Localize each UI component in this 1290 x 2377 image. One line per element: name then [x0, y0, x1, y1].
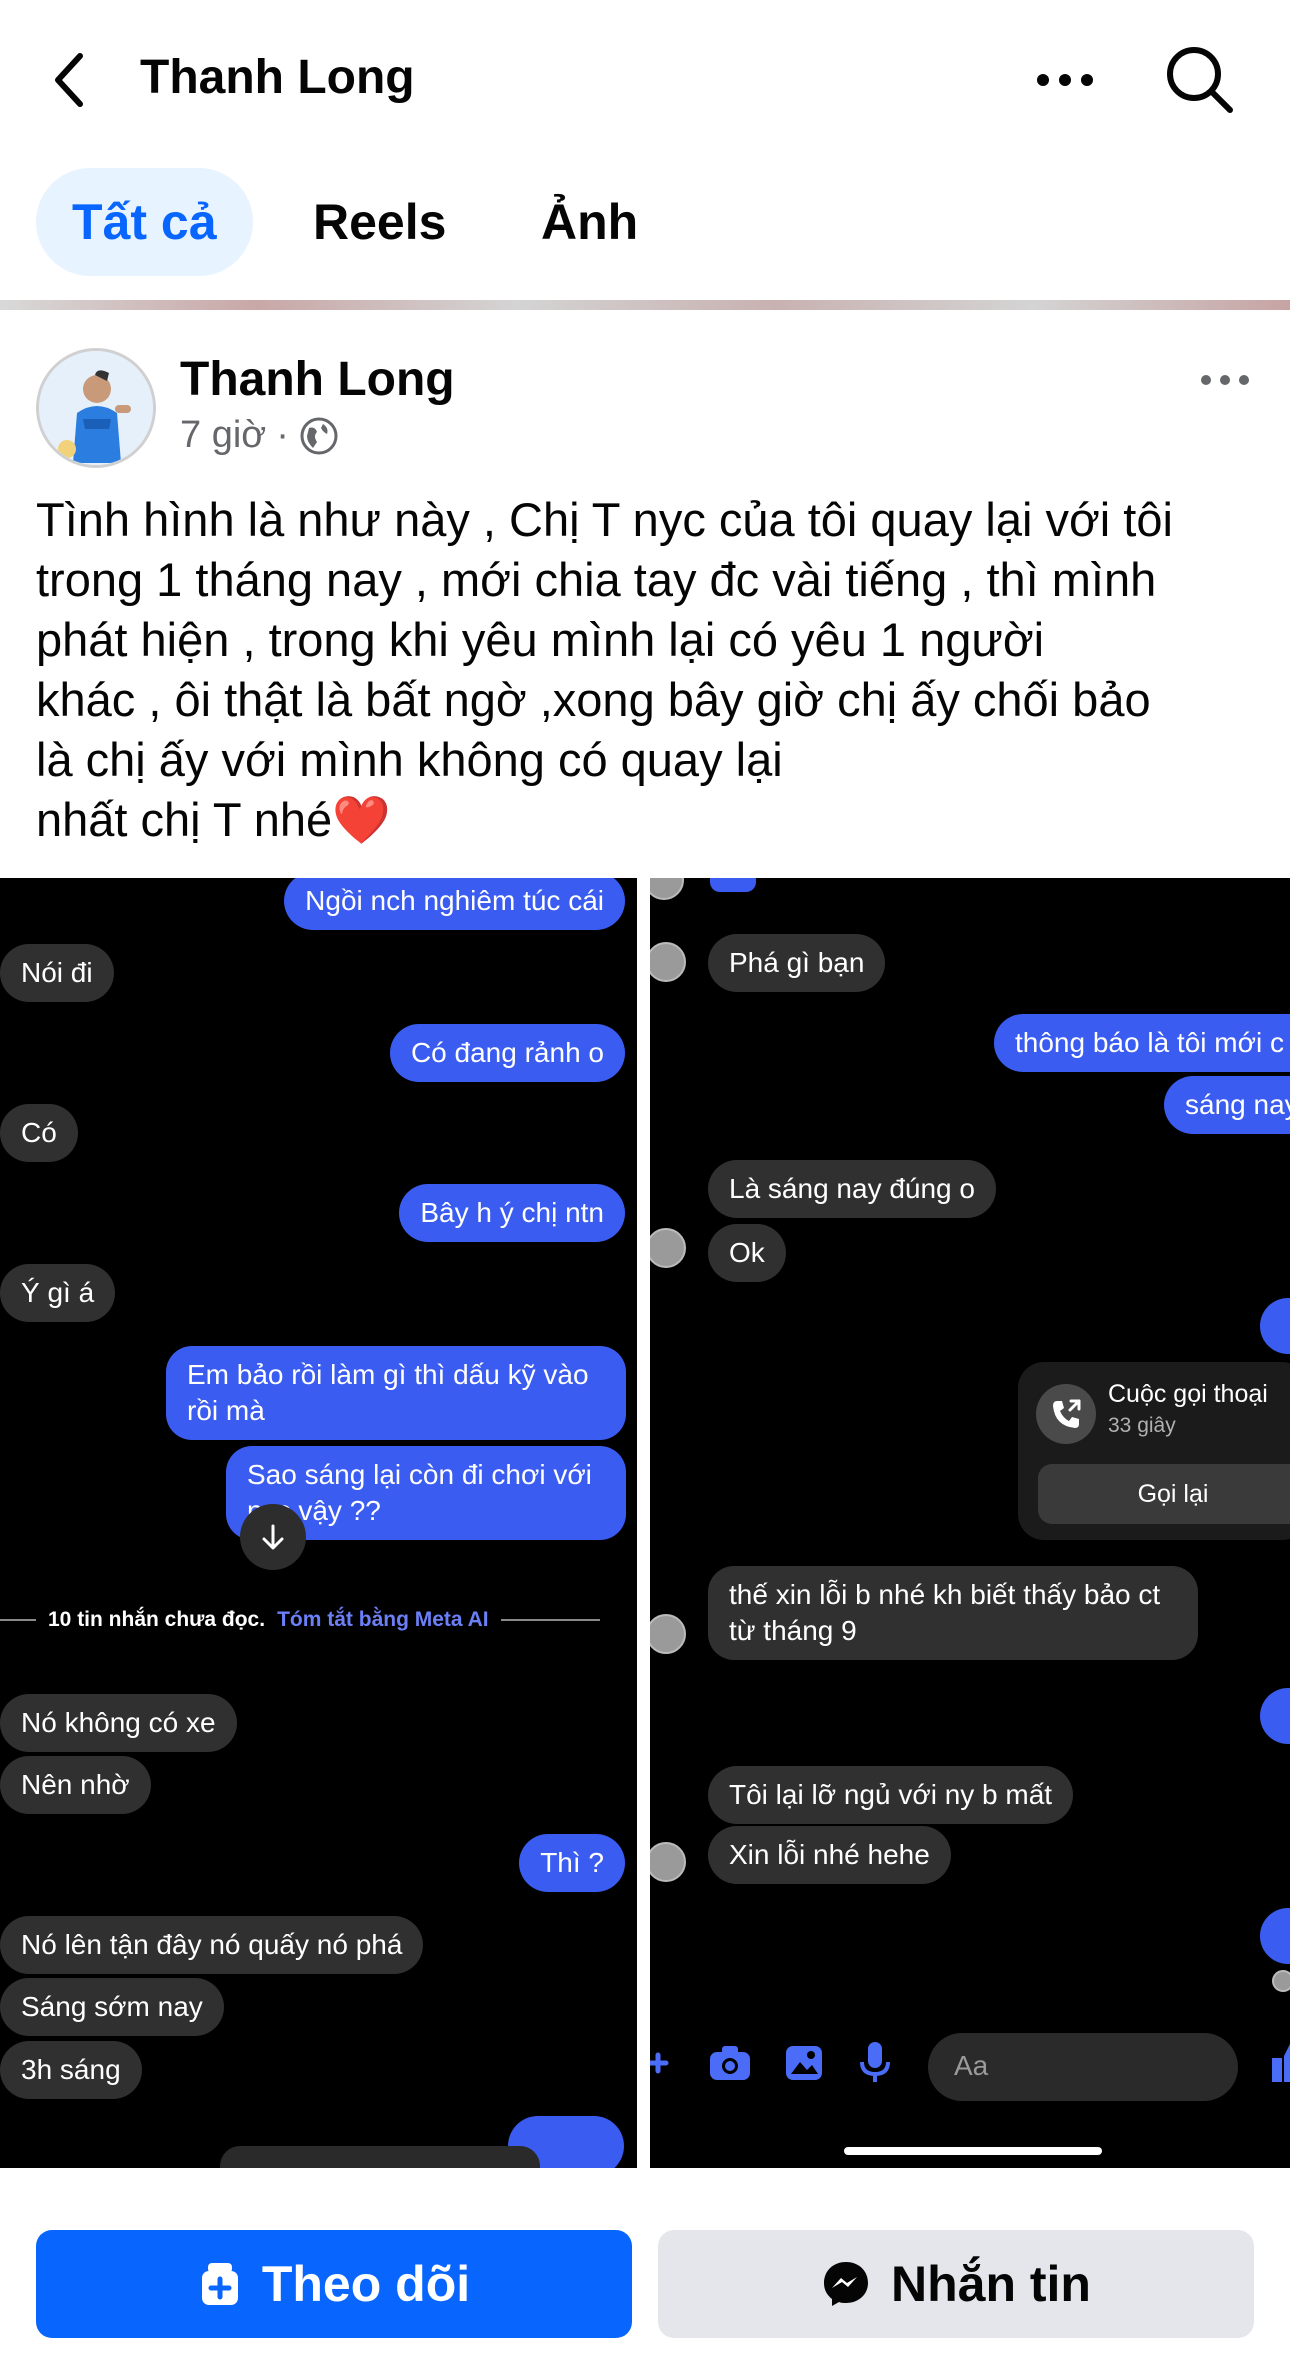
- chat-bubble-incoming: 3h sáng: [0, 2041, 142, 2099]
- more-dots-icon: [1037, 74, 1093, 86]
- avatar-image: [39, 351, 153, 465]
- chat-bubble-outgoing-partial: [1260, 1688, 1290, 1744]
- divider-rule: [500, 1619, 600, 1621]
- call-title: Cuộc gọi thoại: [1108, 1380, 1268, 1408]
- page-title: Thanh Long: [140, 51, 415, 104]
- post-text-line: nhất chị T nhé❤️: [36, 793, 391, 846]
- search-icon: [1167, 47, 1233, 113]
- contact-avatar: [650, 878, 684, 900]
- home-indicator: [844, 2147, 1102, 2155]
- top-bar: Thanh Long: [0, 0, 1290, 160]
- chat-bubble-outgoing: thông báo là tôi mới c: [994, 1014, 1290, 1072]
- contact-avatar: [650, 1842, 686, 1882]
- call-duration: 33 giây: [1108, 1414, 1176, 1437]
- chat-bubble-incoming: Phá gì bạn: [708, 934, 886, 992]
- call-card: Cuộc gọi thoại 33 giây Gọi lại: [1018, 1362, 1290, 1540]
- call-back-button: Gọi lại: [1038, 1464, 1290, 1524]
- follow-button[interactable]: Theo dõi: [36, 2230, 632, 2338]
- read-receipt-avatar: [1272, 1970, 1290, 1992]
- photo-icon: [786, 2046, 822, 2080]
- contact-avatar: [650, 942, 686, 982]
- post-text-line: khác , ôi thật là bất ngờ ,xong bây giờ …: [36, 673, 1151, 726]
- chat-bubble-incoming: Xin lỗi nhé hehe: [708, 1826, 951, 1884]
- chat-bubble-incoming: Nó lên tận đây nó quấy nó phá: [0, 1916, 424, 1974]
- tab-all[interactable]: Tất cả: [36, 168, 253, 276]
- chat-bubble-incoming: Sáng sớm nay: [0, 1978, 224, 2036]
- more-dots-icon: [1201, 375, 1249, 385]
- tab-photos[interactable]: Ảnh: [505, 168, 674, 276]
- chat-bubble-incoming: Nó không có xe: [0, 1694, 237, 1752]
- chat-bubble-incoming: Ok: [708, 1224, 786, 1282]
- chat-bubble-incoming: Nói đi: [0, 944, 114, 1002]
- chat-bubble-incoming: Tôi lại lỡ ngủ với ny b mất: [708, 1766, 1074, 1824]
- divider-rule: [0, 1619, 36, 1621]
- follow-label: Theo dõi: [261, 2256, 471, 2312]
- chat-bubble-incoming: Có: [0, 1104, 78, 1162]
- back-button[interactable]: [40, 40, 100, 120]
- message-label: Nhắn tin: [891, 2256, 1091, 2312]
- post-text-line: Tình hình là như này , Chị T nyc của tôi…: [36, 493, 1173, 546]
- author-avatar[interactable]: [36, 348, 156, 468]
- composer-field-partial: [220, 2146, 540, 2168]
- profile-tabs: Tất cả Reels Ảnh: [0, 168, 1290, 278]
- meta-separator: ·: [276, 414, 289, 456]
- tab-reels[interactable]: Reels: [277, 168, 482, 276]
- search-button[interactable]: [1160, 40, 1240, 120]
- add-icon: [650, 2052, 669, 2074]
- follow-icon: [201, 2263, 238, 2305]
- unread-messages-divider: 10 tin nhắn chưa đọc. Tóm tắt bằng Meta …: [0, 1608, 600, 1632]
- chat-bubble-outgoing: Em bảo rồi làm gì thì dấu kỹ vào rồi mà: [166, 1346, 626, 1440]
- post-time: 7 giờ: [180, 414, 267, 456]
- post-text-line: là chị ấy với mình không có quay lại: [36, 733, 783, 786]
- chat-bubble-outgoing: Bây h ý chị ntn: [399, 1184, 625, 1242]
- messenger-icon: [824, 2262, 868, 2306]
- meta-ai-summary-link: Tóm tắt bằng Meta AI: [277, 1608, 489, 1631]
- chat-bubble-outgoing: Thì ?: [519, 1834, 625, 1892]
- camera-icon: [710, 2046, 750, 2080]
- post-image-left[interactable]: Ngồi nch nghiêm túc cái Nói đi Có đang r…: [0, 878, 637, 2168]
- divider: [0, 300, 1290, 310]
- globe-icon: [300, 417, 338, 454]
- more-options-button[interactable]: [1030, 55, 1100, 105]
- post-author-name[interactable]: Thanh Long: [180, 352, 455, 407]
- chat-bubble-outgoing-partial: [1260, 1298, 1290, 1354]
- like-icon: [1272, 2044, 1290, 2082]
- post-meta: 7 giờ ·: [180, 414, 339, 457]
- chat-bubble-incoming: Nên nhờ: [0, 1756, 151, 1814]
- bottom-action-bar: Theo dõi Nhắn tin: [0, 2168, 1290, 2377]
- scroll-down-button: [240, 1504, 306, 1570]
- chat-bubble-outgoing: Có đang rảnh o: [389, 1024, 625, 1082]
- post-text: Tình hình là như này , Chị T nyc của tôi…: [36, 490, 1266, 850]
- chevron-left-icon: [55, 53, 83, 107]
- contact-avatar: [650, 1614, 686, 1654]
- chat-bubble-outgoing-partial: [1260, 1908, 1290, 1964]
- composer-placeholder: Aa: [954, 2050, 989, 2081]
- chat-bubble-outgoing: Ngồi nch nghiêm túc cái: [284, 878, 625, 930]
- unread-count-text: 10 tin nhắn chưa đọc.: [48, 1608, 266, 1631]
- chat-bubble-incoming: Ý gì á: [0, 1264, 116, 1322]
- arrow-down-icon: [262, 1524, 284, 1550]
- chat-bubble-incoming: Là sáng nay đúng o: [708, 1160, 996, 1218]
- phone-callback-icon: [1036, 1384, 1096, 1444]
- contact-avatar: [650, 1228, 686, 1268]
- post-more-button[interactable]: [1190, 360, 1260, 400]
- post-text-line: phát hiện , trong khi yêu mình lại có yê…: [36, 613, 1045, 666]
- microphone-icon: [860, 2042, 890, 2082]
- message-button[interactable]: Nhắn tin: [658, 2230, 1254, 2338]
- post-text-line: trong 1 tháng nay , mới chia tay đc vài …: [36, 553, 1157, 606]
- message-reaction-partial: [710, 878, 756, 892]
- chat-bubble-incoming: thế xin lỗi b nhé kh biết thấy bảo ct từ…: [708, 1566, 1198, 1660]
- chat-bubble-outgoing: sáng nay: [1164, 1076, 1290, 1134]
